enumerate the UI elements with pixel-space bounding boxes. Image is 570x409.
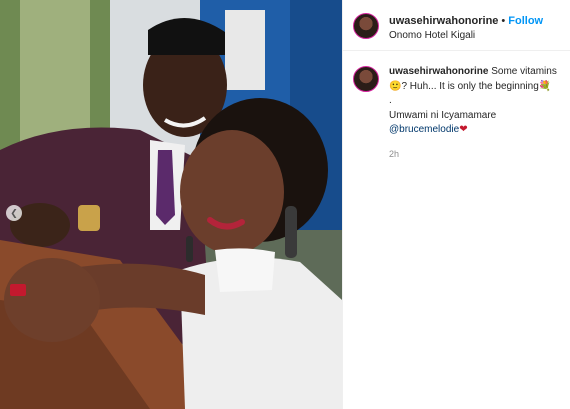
caption-body: uwasehirwahonorine Some vitamins 🙂? Huh.…: [389, 65, 560, 161]
separator-dot: •: [501, 14, 506, 27]
avatar[interactable]: [353, 66, 379, 92]
heart-emoji-icon: ❤: [459, 124, 468, 135]
post-header: uwasehirwahonorine • Follow Onomo Hotel Ki…: [343, 0, 570, 51]
mention-link[interactable]: @brucemelodie: [389, 124, 459, 135]
post-timestamp[interactable]: 2h: [389, 148, 560, 161]
caption-text: .: [389, 95, 392, 106]
username-link[interactable]: uwasehirwahonorine: [389, 15, 498, 27]
post-sidebar: uwasehirwahonorine • Follow Onomo Hotel Ki…: [342, 0, 570, 409]
caption-username-link[interactable]: uwasehirwahonorine: [389, 66, 488, 77]
caption-comment: uwasehirwahonorine Some vitamins 🙂? Huh.…: [343, 51, 570, 161]
post-photo[interactable]: ❮: [0, 0, 342, 409]
caption-text: ? Huh... It is only the beginning: [401, 80, 539, 92]
caption-text: Some vitamins: [491, 66, 557, 77]
header-text: uwasehirwahonorine • Follow Onomo Hotel Ki…: [389, 10, 543, 43]
couple-selfie-image: [0, 0, 342, 409]
bouquet-emoji-icon: 💐: [538, 80, 552, 92]
chevron-left-icon: ❮: [10, 207, 18, 218]
caption-text: Umwami ni Icyamamare: [389, 109, 497, 121]
follow-button[interactable]: Follow: [508, 15, 543, 27]
instagram-post: ❮ uwasehirwahonorine • Follow Onomo Hotel …: [0, 0, 570, 409]
avatar[interactable]: [353, 13, 379, 39]
location-link[interactable]: Onomo Hotel Kigali: [389, 30, 543, 43]
smile-emoji-icon: 🙂: [389, 80, 402, 92]
carousel-prev-button[interactable]: ❮: [6, 205, 22, 221]
